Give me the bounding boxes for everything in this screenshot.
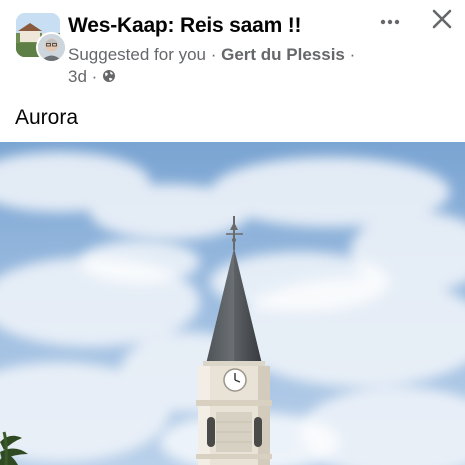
post-meta: Suggested for you · Gert du Plessis · 3d…	[68, 44, 368, 88]
meta-separator: ·	[86, 67, 103, 86]
globe-icon	[102, 67, 116, 82]
church-steeple-photo[interactable]	[0, 142, 465, 465]
close-button[interactable]	[424, 4, 460, 38]
suggested-label: Suggested for you	[68, 45, 206, 64]
post-header: Wes-Kaap: Reis saam !! Suggested for you…	[0, 0, 465, 96]
more-horizontal-icon	[380, 12, 400, 30]
meta-separator: ·	[344, 45, 356, 64]
close-icon	[432, 9, 452, 34]
meta-separator: ·	[205, 45, 222, 64]
feed-post: Wes-Kaap: Reis saam !! Suggested for you…	[0, 0, 465, 465]
author-link[interactable]: Gert du Plessis	[221, 45, 345, 64]
user-avatar[interactable]	[36, 32, 67, 63]
group-name-link[interactable]: Wes-Kaap: Reis saam !!	[68, 14, 301, 38]
post-text: Aurora	[15, 106, 79, 129]
more-options-button[interactable]	[372, 6, 408, 36]
post-time[interactable]: 3d	[68, 67, 87, 86]
